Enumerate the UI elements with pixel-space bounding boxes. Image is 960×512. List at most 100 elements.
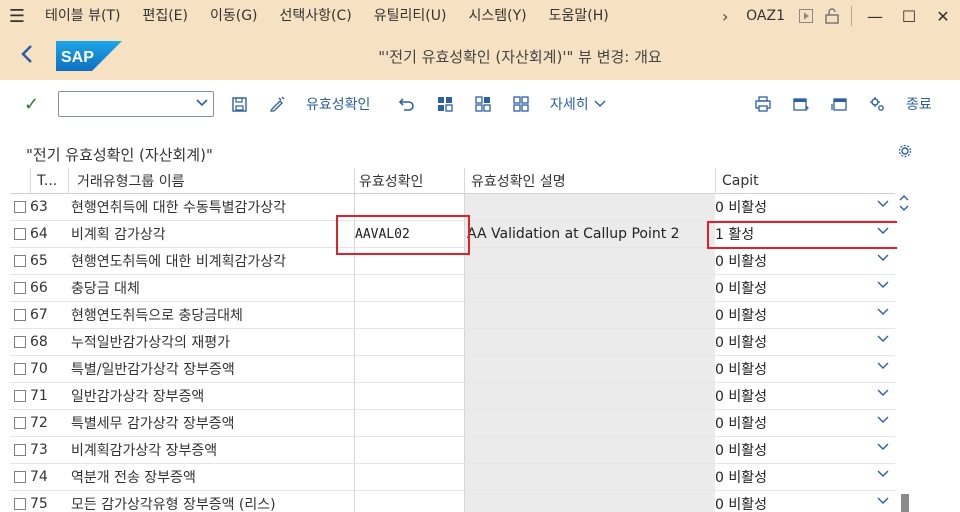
undo-icon[interactable]: [398, 92, 416, 116]
column-header-validation[interactable]: 유효성확인: [354, 168, 464, 193]
table-row[interactable]: 68 누적일반감가상각의 재평가 0 비활성: [10, 329, 895, 356]
capit-dropdown[interactable]: 0 비활성: [715, 194, 895, 220]
chevron-down-icon[interactable]: [877, 198, 889, 212]
column-header-name[interactable]: 거래유형그룹 이름: [68, 168, 354, 193]
row-select-cell[interactable]: [10, 383, 30, 409]
row-select-cell[interactable]: [10, 437, 30, 463]
row-select-cell[interactable]: [10, 329, 30, 355]
row-checkbox[interactable]: [14, 201, 26, 213]
edit-pen-icon[interactable]: [268, 92, 288, 116]
chevron-down-icon[interactable]: [877, 414, 889, 428]
table-row[interactable]: 66 충당금 대체 0 비활성: [10, 275, 895, 302]
table-row[interactable]: 70 특별/일반감가상각 장부증액 0 비활성: [10, 356, 895, 383]
menu-help[interactable]: 도움말(H): [538, 0, 620, 32]
cell-validation-input[interactable]: [354, 437, 464, 463]
details-menu-button[interactable]: 자세히: [550, 94, 606, 114]
row-checkbox[interactable]: [14, 417, 26, 429]
row-checkbox[interactable]: [14, 471, 26, 483]
maximize-icon[interactable]: ☐: [892, 0, 926, 32]
capit-dropdown[interactable]: 0 비활성: [715, 302, 895, 328]
capit-dropdown[interactable]: 0 비활성: [715, 248, 895, 274]
unlock-icon[interactable]: [819, 0, 845, 32]
menu-utilities[interactable]: 유틸리티(U): [363, 0, 458, 32]
table-row[interactable]: 67 현행연도취득으로 충당금대체 0 비활성: [10, 302, 895, 329]
chevron-down-icon[interactable]: [877, 279, 889, 293]
capit-dropdown[interactable]: 0 비활성: [715, 464, 895, 490]
chevron-down-icon[interactable]: [877, 495, 889, 509]
row-checkbox[interactable]: [14, 255, 26, 267]
capit-dropdown[interactable]: 0 비활성: [715, 329, 895, 355]
row-select-cell[interactable]: [10, 221, 30, 247]
table-settings-icon[interactable]: [898, 144, 912, 162]
column-header-capit[interactable]: Capit: [715, 168, 895, 193]
row-select-cell[interactable]: [10, 194, 30, 220]
cell-validation-input[interactable]: [354, 491, 464, 512]
window-settings-icon[interactable]: [830, 92, 848, 116]
chevron-down-icon[interactable]: [877, 360, 889, 374]
column-header-description[interactable]: 유효성확인 설명: [464, 168, 715, 193]
vertical-scrollbar[interactable]: [897, 194, 913, 512]
checkmark-icon[interactable]: ✓: [24, 94, 39, 115]
row-checkbox[interactable]: [14, 228, 26, 240]
validation-button[interactable]: 유효성확인: [306, 94, 370, 114]
cell-validation-input[interactable]: [354, 275, 464, 301]
row-checkbox[interactable]: [14, 498, 26, 510]
select-all-header[interactable]: [10, 168, 30, 193]
play-icon[interactable]: [793, 0, 819, 32]
cell-validation-input[interactable]: [354, 329, 464, 355]
new-window-icon[interactable]: [792, 92, 810, 116]
table-row[interactable]: 74 역분개 전송 장부증액 0 비활성: [10, 464, 895, 491]
cell-validation-input[interactable]: [354, 464, 464, 490]
cell-validation-input[interactable]: [354, 356, 464, 382]
menu-selection[interactable]: 선택사항(C): [269, 0, 363, 32]
chevron-right-icon[interactable]: ›: [710, 7, 740, 26]
row-select-cell[interactable]: [10, 410, 30, 436]
chevron-down-icon[interactable]: [877, 387, 889, 401]
table-row[interactable]: 72 특별세무 감가상각 장부증액 0 비활성: [10, 410, 895, 437]
row-checkbox[interactable]: [14, 309, 26, 321]
chevron-down-icon[interactable]: [877, 306, 889, 320]
row-checkbox[interactable]: [14, 444, 26, 456]
cell-validation-input[interactable]: [354, 302, 464, 328]
table-row[interactable]: 75 모든 감가상각유형 장부증액 (리스) 0 비활성: [10, 491, 895, 512]
row-select-cell[interactable]: [10, 356, 30, 382]
row-select-cell[interactable]: [10, 464, 30, 490]
menu-table-view[interactable]: 테이블 뷰(T): [34, 0, 131, 32]
command-field[interactable]: [58, 91, 214, 117]
row-select-cell[interactable]: [10, 248, 30, 274]
scrollbar-thumb[interactable]: [901, 494, 909, 512]
table-row[interactable]: 71 일반감가상각 장부증액 0 비활성: [10, 383, 895, 410]
chevron-down-icon[interactable]: [877, 468, 889, 482]
column-header-t[interactable]: T...: [30, 168, 68, 193]
chevron-down-icon[interactable]: [877, 441, 889, 455]
close-icon[interactable]: ✕: [926, 0, 960, 32]
capit-dropdown[interactable]: 0 비활성: [715, 383, 895, 409]
hamburger-menu-icon[interactable]: ☰: [0, 0, 34, 32]
row-select-cell[interactable]: [10, 275, 30, 301]
cell-validation-input[interactable]: [354, 410, 464, 436]
print-icon[interactable]: [754, 92, 772, 116]
back-arrow-icon[interactable]: [20, 44, 44, 68]
settings-gear-icon[interactable]: [868, 92, 886, 116]
row-checkbox[interactable]: [14, 390, 26, 402]
select-block-icon[interactable]: [474, 92, 492, 116]
row-select-cell[interactable]: [10, 302, 30, 328]
save-icon[interactable]: [230, 92, 248, 116]
chevron-down-icon[interactable]: [877, 333, 889, 347]
capit-dropdown[interactable]: 0 비활성: [715, 356, 895, 382]
exit-button[interactable]: 종료: [906, 94, 932, 114]
menu-goto[interactable]: 이동(G): [199, 0, 269, 32]
menu-edit[interactable]: 편집(E): [131, 0, 199, 32]
chevron-down-icon[interactable]: [195, 95, 209, 113]
select-all-icon[interactable]: [436, 92, 454, 116]
chevron-down-icon[interactable]: [877, 252, 889, 266]
capit-dropdown[interactable]: 0 비활성: [715, 275, 895, 301]
row-select-cell[interactable]: [10, 491, 30, 512]
cell-validation-input[interactable]: [354, 383, 464, 409]
row-checkbox[interactable]: [14, 363, 26, 375]
table-row[interactable]: 73 비계획감가상각 장부증액 0 비활성: [10, 437, 895, 464]
row-checkbox[interactable]: [14, 336, 26, 348]
minimize-icon[interactable]: —: [858, 0, 892, 32]
capit-dropdown[interactable]: 0 비활성: [715, 410, 895, 436]
scroll-up-icon[interactable]: [899, 194, 909, 215]
